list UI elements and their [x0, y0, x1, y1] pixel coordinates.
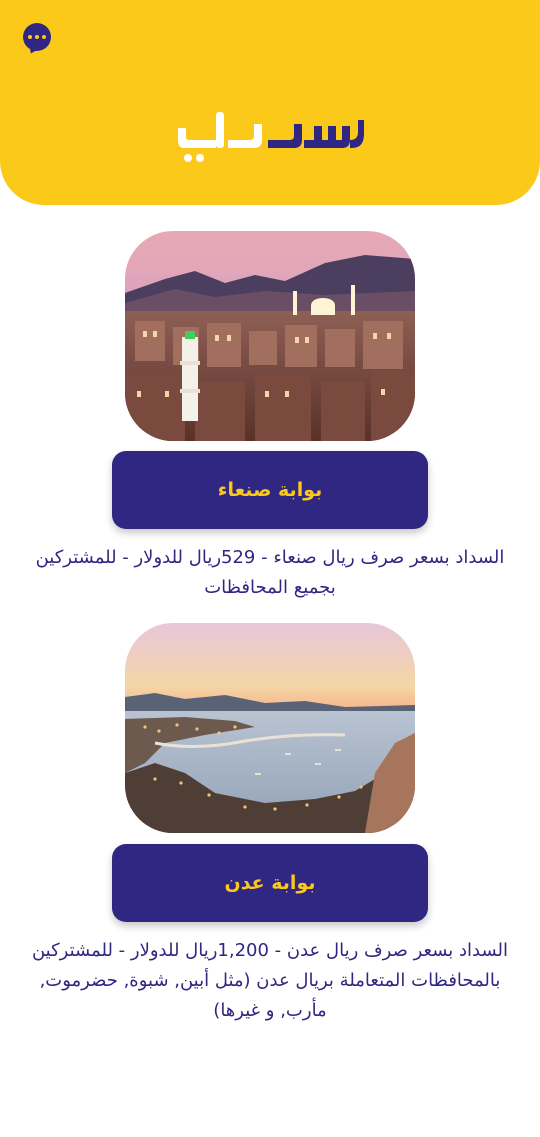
sanaa-gate-description: السداد بسعر صرف ريال صنعاء - 529ريال للد…	[35, 547, 505, 598]
aden-gate-description: السداد بسعر صرف ريال عدن - 1,200ريال للد…	[31, 940, 509, 1021]
sanaa-cityscape-image	[125, 231, 415, 441]
chat-bubble-dots-icon	[28, 35, 46, 39]
app-logo	[176, 108, 366, 170]
aden-gate-button[interactable]: بوابة عدن	[112, 844, 428, 922]
chat-button[interactable]	[23, 23, 51, 51]
app-screen: بوابة صنعاء السداد بسعر صرف ريال صنعاء -…	[0, 0, 540, 1137]
header	[0, 0, 540, 205]
sanaa-gate-button[interactable]: بوابة صنعاء	[112, 451, 428, 529]
aden-coast-image	[125, 623, 415, 833]
